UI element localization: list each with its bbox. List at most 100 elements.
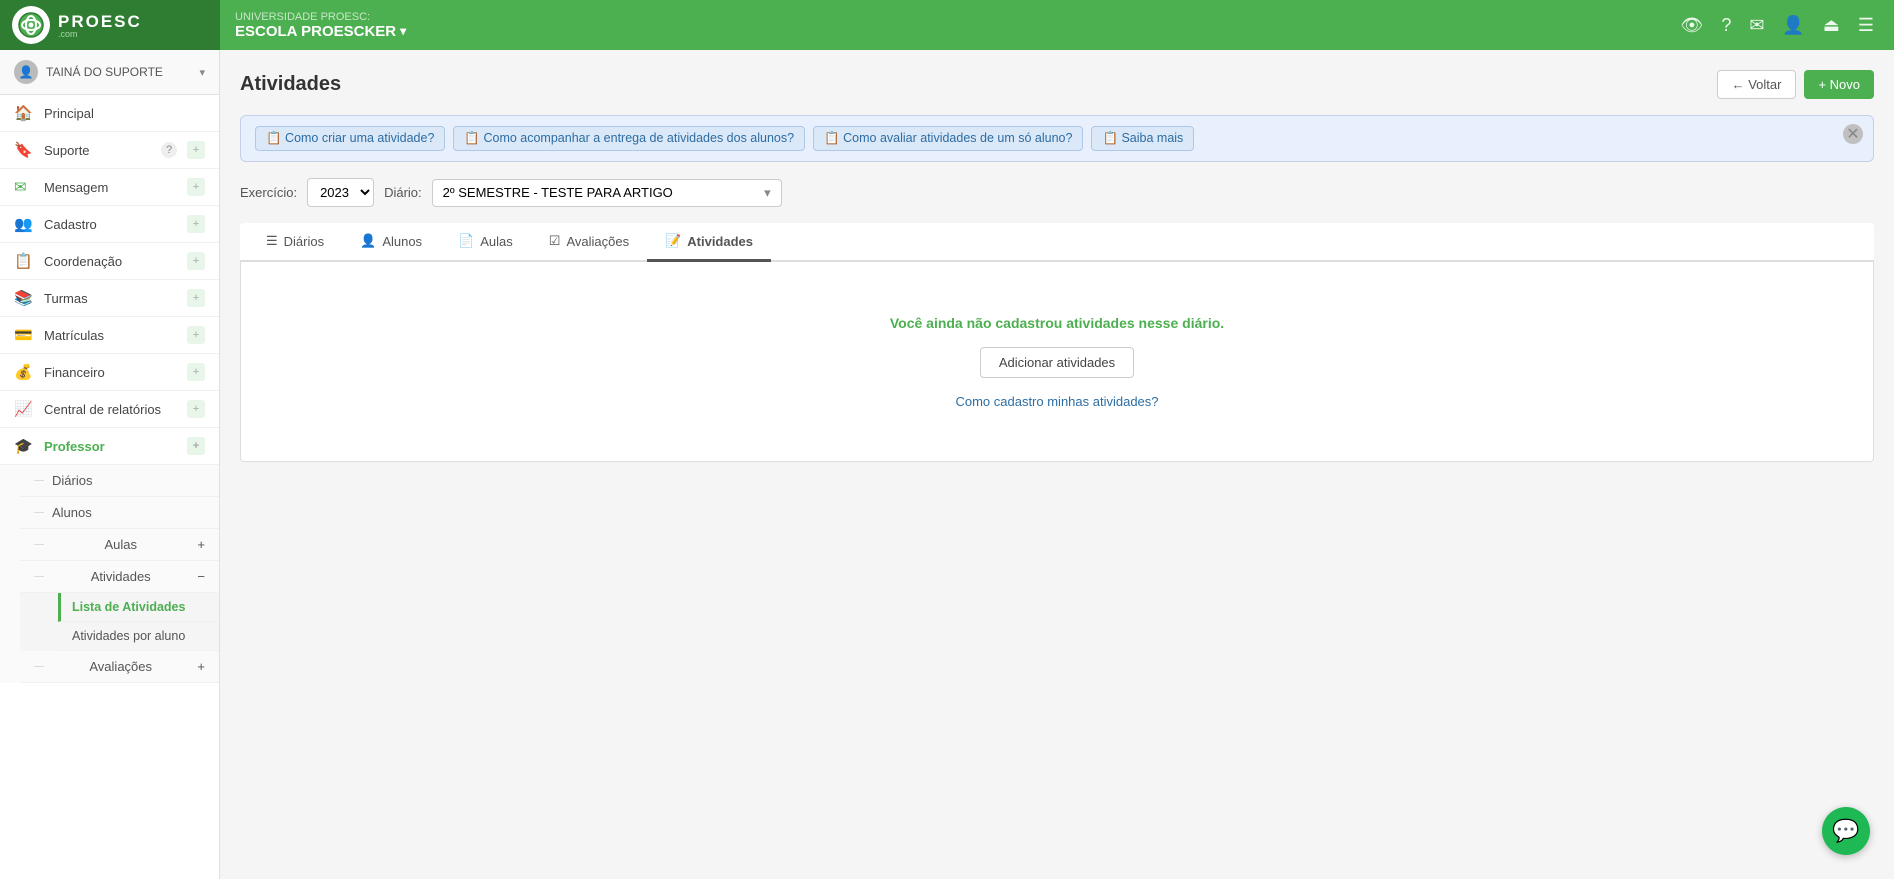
tab-atividades[interactable]: 📝 Atividades xyxy=(647,223,771,262)
sidebar-item-professor[interactable]: 🎓 Professor + xyxy=(0,428,219,465)
cadastro-icon: 👥 xyxy=(14,215,34,233)
subnav-lista-atividades[interactable]: Lista de Atividades xyxy=(58,593,219,622)
suporte-icon: 🔖 xyxy=(14,141,34,159)
sidebar-item-suporte[interactable]: 🔖 Suporte ? + xyxy=(0,132,219,169)
financeiro-icon: 💰 xyxy=(14,363,34,381)
subnav-item-alunos[interactable]: Alunos xyxy=(20,497,219,529)
turmas-icon: 📚 xyxy=(14,289,34,307)
escola-label[interactable]: ESCOLA PROESCKER ▾ xyxy=(235,23,1645,40)
tab-avaliacoes[interactable]: ☑ Avaliações xyxy=(531,223,647,262)
turmas-expand-icon[interactable]: + xyxy=(187,289,205,307)
coordenacao-icon: 📋 xyxy=(14,252,34,270)
matriculas-expand-icon[interactable]: + xyxy=(187,326,205,344)
sidebar-item-cadastro[interactable]: 👥 Cadastro + xyxy=(0,206,219,243)
tab-aulas[interactable]: 📄 Aulas xyxy=(440,223,531,262)
sidebar-item-matriculas[interactable]: 💳 Matrículas + xyxy=(0,317,219,354)
sidebar-item-financeiro[interactable]: 💰 Financeiro + xyxy=(0,354,219,391)
tab-avaliacoes-icon: ☑ xyxy=(549,233,561,249)
sidebar: 👤 TAINÁ DO SUPORTE 🏠 Principal 🔖 Suporte… xyxy=(0,50,220,879)
tab-aulas-icon: 📄 xyxy=(458,233,474,249)
help-banner: 📋 Como criar uma atividade? 📋 Como acomp… xyxy=(240,115,1874,162)
subnav-item-diarios[interactable]: Diários xyxy=(20,465,219,497)
help-icon[interactable]: ? xyxy=(1721,15,1731,36)
matriculas-icon: 💳 xyxy=(14,326,34,344)
tab-diarios[interactable]: ☰ Diários xyxy=(248,223,342,262)
back-button[interactable]: ← Voltar xyxy=(1717,70,1797,99)
exercicio-select[interactable]: 2023 2022 2021 2024 xyxy=(307,178,374,207)
aulas-expand-icon[interactable]: + xyxy=(197,537,205,552)
help-link-avaliar[interactable]: 📋 Como avaliar atividades de um só aluno… xyxy=(813,126,1083,151)
diario-label: Diário: xyxy=(384,185,422,200)
new-button[interactable]: + Novo xyxy=(1804,70,1874,99)
filter-row: Exercício: 2023 2022 2021 2024 Diário: 2… xyxy=(240,178,1874,207)
help-close-button[interactable]: ✕ xyxy=(1843,124,1863,144)
professor-icon: 🎓 xyxy=(14,437,34,455)
eye-icon[interactable]: 👁 xyxy=(1680,15,1703,36)
sidebar-item-turmas[interactable]: 📚 Turmas + xyxy=(0,280,219,317)
tab-alunos[interactable]: 👤 Alunos xyxy=(342,223,440,262)
user-avatar: 👤 xyxy=(14,60,38,84)
subnav-alunos-label: Alunos xyxy=(52,505,92,520)
sidebar-item-matriculas-label: Matrículas xyxy=(44,328,177,343)
top-header: PROESC .com UNIVERSIDADE PROESC: ESCOLA … xyxy=(0,0,1894,50)
sidebar-item-coordenacao[interactable]: 📋 Coordenação + xyxy=(0,243,219,280)
content-area: Atividades ← Voltar + Novo 📋 Como criar … xyxy=(220,50,1894,879)
tab-atividades-icon: 📝 xyxy=(665,233,681,249)
user-bar[interactable]: 👤 TAINÁ DO SUPORTE xyxy=(0,50,219,95)
exit-icon[interactable]: ⏏ xyxy=(1823,15,1840,36)
menu-icon[interactable]: ☰ xyxy=(1858,15,1874,36)
how-to-register-link[interactable]: Como cadastro minhas atividades? xyxy=(955,394,1158,409)
logo-icon xyxy=(12,6,50,44)
sidebar-item-mensagem[interactable]: ✉ Mensagem + xyxy=(0,169,219,206)
suporte-help-icon[interactable]: ? xyxy=(161,142,177,158)
avaliacoes-expand-icon[interactable]: + xyxy=(197,659,205,674)
universidade-label: UNIVERSIDADE PROESC: xyxy=(235,11,1645,23)
cadastro-expand-icon[interactable]: + xyxy=(187,215,205,233)
logo-area: PROESC .com xyxy=(0,0,220,50)
sidebar-item-relatorios[interactable]: 📈 Central de relatórios + xyxy=(0,391,219,428)
help-link-criar[interactable]: 📋 Como criar uma atividade? xyxy=(255,126,445,151)
sidebar-item-principal[interactable]: 🏠 Principal xyxy=(0,95,219,132)
subnav-diarios-label: Diários xyxy=(52,473,92,488)
diario-dropdown[interactable]: 2º SEMESTRE - TESTE PARA ARTIGO xyxy=(432,179,782,207)
main-layout: 👤 TAINÁ DO SUPORTE 🏠 Principal 🔖 Suporte… xyxy=(0,50,1894,879)
sidebar-item-professor-label: Professor xyxy=(44,439,177,454)
chat-button[interactable]: 💬 xyxy=(1822,807,1870,855)
content-header: Atividades ← Voltar + Novo xyxy=(240,70,1874,99)
sidebar-item-principal-label: Principal xyxy=(44,106,205,121)
subnav-atividades-por-aluno[interactable]: Atividades por aluno xyxy=(58,622,219,651)
suporte-expand-icon[interactable]: + xyxy=(187,141,205,159)
coordenacao-expand-icon[interactable]: + xyxy=(187,252,205,270)
sidebar-item-suporte-label: Suporte xyxy=(44,143,151,158)
subnav-item-aulas[interactable]: Aulas + xyxy=(20,529,219,561)
user-name: TAINÁ DO SUPORTE xyxy=(46,65,191,79)
help-link-saiba[interactable]: 📋 Saiba mais xyxy=(1091,126,1194,151)
subnav-item-atividades[interactable]: Atividades − xyxy=(20,561,219,593)
add-activity-button[interactable]: Adicionar atividades xyxy=(980,347,1134,378)
sidebar-item-financeiro-label: Financeiro xyxy=(44,365,177,380)
top-icons: 👁 ? ✉ 👤 ⏏ ☰ xyxy=(1660,0,1894,50)
empty-message: Você ainda não cadastrou atividades ness… xyxy=(890,315,1224,331)
mensagem-expand-icon[interactable]: + xyxy=(187,178,205,196)
relatorios-icon: 📈 xyxy=(14,400,34,418)
page-title: Atividades xyxy=(240,73,341,96)
relatorios-expand-icon[interactable]: + xyxy=(187,400,205,418)
mensagem-icon: ✉ xyxy=(14,178,34,196)
financeiro-expand-icon[interactable]: + xyxy=(187,363,205,381)
sidebar-item-cadastro-label: Cadastro xyxy=(44,217,177,232)
tab-atividades-label: Atividades xyxy=(687,234,753,249)
user-icon[interactable]: 👤 xyxy=(1782,15,1804,36)
subnav-item-avaliacoes[interactable]: Avaliações + xyxy=(20,651,219,683)
tab-alunos-label: Alunos xyxy=(382,234,422,249)
professor-subnav: Diários Alunos Aulas + Atividades − List… xyxy=(0,465,219,683)
exercicio-label: Exercício: xyxy=(240,185,297,200)
sidebar-item-coordenacao-label: Coordenação xyxy=(44,254,177,269)
sidebar-item-relatorios-label: Central de relatórios xyxy=(44,402,177,417)
atividades-expand-icon[interactable]: − xyxy=(197,569,205,584)
mail-icon[interactable]: ✉ xyxy=(1749,15,1764,36)
sidebar-item-mensagem-label: Mensagem xyxy=(44,180,177,195)
tab-diarios-icon: ☰ xyxy=(266,233,278,249)
subnav-avaliacoes-label: Avaliações xyxy=(89,659,152,674)
professor-expand-icon[interactable]: + xyxy=(187,437,205,455)
help-link-acompanhar[interactable]: 📋 Como acompanhar a entrega de atividade… xyxy=(453,126,805,151)
